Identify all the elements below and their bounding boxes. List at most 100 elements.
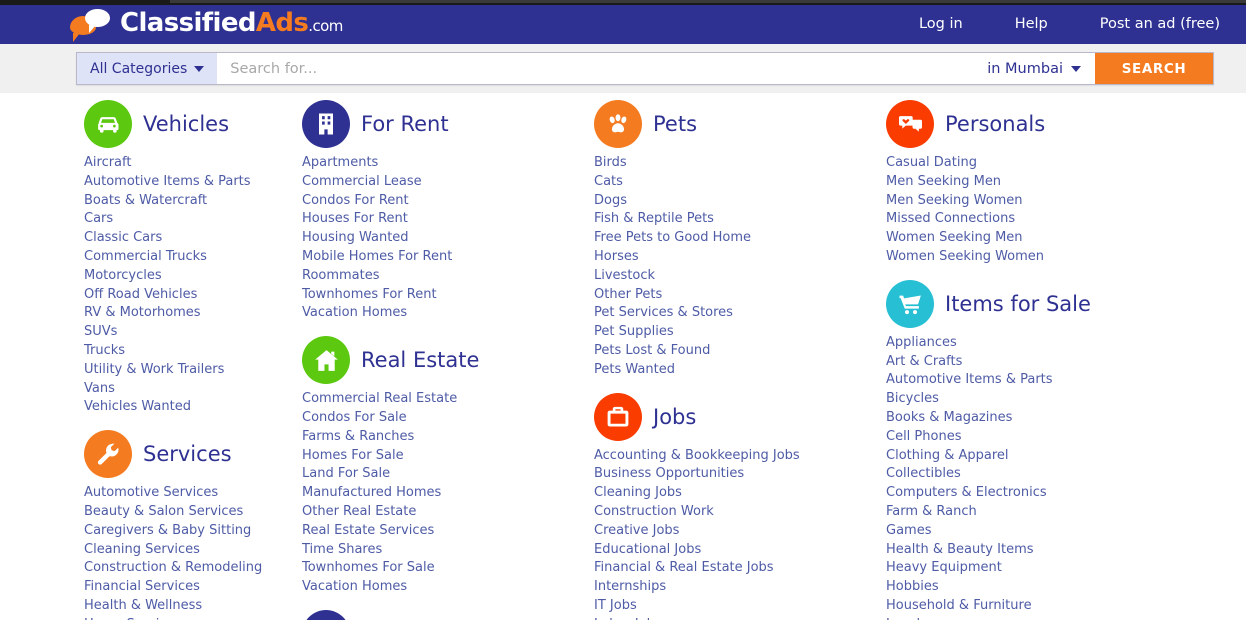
category-link[interactable]: Missed Connections bbox=[886, 211, 1015, 228]
category-link[interactable]: Time Shares bbox=[302, 542, 382, 559]
category-link[interactable]: Farms & Ranches bbox=[302, 429, 414, 446]
category-link[interactable]: Pet Services & Stores bbox=[594, 305, 733, 322]
search-button[interactable]: SEARCH bbox=[1095, 53, 1213, 84]
category-link[interactable]: Games bbox=[886, 523, 931, 540]
category-link[interactable]: Books & Magazines bbox=[886, 410, 1012, 427]
category-link[interactable]: Houses For Rent bbox=[302, 211, 408, 228]
category-link[interactable]: Pet Supplies bbox=[594, 324, 674, 341]
category-link[interactable]: Utility & Work Trailers bbox=[84, 362, 224, 379]
site-logo[interactable]: ClassifiedAds.com bbox=[70, 8, 343, 42]
category-link[interactable]: Other Real Estate bbox=[302, 504, 416, 521]
category-link[interactable]: Internships bbox=[594, 579, 666, 596]
category-header-services[interactable]: Services bbox=[84, 428, 292, 480]
category-link[interactable]: Hobbies bbox=[886, 579, 939, 596]
category-link[interactable]: Farm & Ranch bbox=[886, 504, 977, 521]
category-link[interactable]: Classic Cars bbox=[84, 230, 162, 247]
category-link[interactable]: Motorcycles bbox=[84, 268, 162, 285]
search-input[interactable] bbox=[217, 53, 974, 84]
log-in-link[interactable]: Log in bbox=[893, 5, 989, 44]
category-link[interactable]: Land For Sale bbox=[302, 466, 390, 483]
category-link[interactable]: Heavy Equipment bbox=[886, 560, 1002, 577]
category-link[interactable]: Apartments bbox=[302, 155, 378, 172]
category-link[interactable]: Art & Crafts bbox=[886, 354, 962, 371]
category-link[interactable]: Trucks bbox=[84, 343, 125, 360]
category-link[interactable]: Health & Wellness bbox=[84, 598, 202, 615]
category-dropdown[interactable]: All Categories bbox=[77, 53, 218, 84]
category-link[interactable]: Men Seeking Women bbox=[886, 193, 1023, 210]
category-link[interactable]: Women Seeking Men bbox=[886, 230, 1023, 247]
category-link[interactable]: Mobile Homes For Rent bbox=[302, 249, 452, 266]
category-link[interactable]: Cars bbox=[84, 211, 113, 228]
category-header-items-for-sale[interactable]: Items for Sale bbox=[886, 278, 1168, 330]
category-link[interactable]: Construction Work bbox=[594, 504, 714, 521]
category-link[interactable]: Appliances bbox=[886, 335, 957, 352]
category-link[interactable]: Collectibles bbox=[886, 466, 961, 483]
category-link[interactable]: Cell Phones bbox=[886, 429, 961, 446]
category-link[interactable]: IT Jobs bbox=[594, 598, 637, 615]
category-link[interactable]: Birds bbox=[594, 155, 627, 172]
category-link[interactable]: Caregivers & Baby Sitting bbox=[84, 523, 251, 540]
category-link[interactable]: Commercial Trucks bbox=[84, 249, 207, 266]
category-header-for-rent[interactable]: For Rent bbox=[302, 98, 584, 150]
category-link[interactable]: Beauty & Salon Services bbox=[84, 504, 243, 521]
category-link[interactable]: RV & Motorhomes bbox=[84, 305, 201, 322]
category-link[interactable]: Business Opportunities bbox=[594, 466, 744, 483]
category-link[interactable]: Commercial Real Estate bbox=[302, 391, 457, 408]
category-link[interactable]: Women Seeking Women bbox=[886, 249, 1044, 266]
category-link[interactable]: Financial Services bbox=[84, 579, 200, 596]
category-link[interactable]: Pets Lost & Found bbox=[594, 343, 710, 360]
category-link[interactable]: Housing Wanted bbox=[302, 230, 409, 247]
category-header-real-estate[interactable]: Real Estate bbox=[302, 334, 584, 386]
category-header-pets[interactable]: Pets bbox=[594, 98, 876, 150]
category-link[interactable]: Bicycles bbox=[886, 391, 939, 408]
category-link[interactable]: SUVs bbox=[84, 324, 117, 341]
category-link[interactable]: Roommates bbox=[302, 268, 380, 285]
category-header-community[interactable]: Community bbox=[302, 608, 584, 620]
category-link[interactable]: Educational Jobs bbox=[594, 542, 701, 559]
category-link[interactable]: Manufactured Homes bbox=[302, 485, 441, 502]
category-link[interactable]: Dogs bbox=[594, 193, 627, 210]
category-link[interactable]: Other Pets bbox=[594, 287, 662, 304]
category-link[interactable]: Cats bbox=[594, 174, 623, 191]
help-link[interactable]: Help bbox=[989, 5, 1074, 44]
category-link[interactable]: Livestock bbox=[594, 268, 655, 285]
category-link[interactable]: Boats & Watercraft bbox=[84, 193, 207, 210]
category-link[interactable]: Clothing & Apparel bbox=[886, 448, 1009, 465]
category-link[interactable]: Cleaning Jobs bbox=[594, 485, 682, 502]
category-link[interactable]: Vacation Homes bbox=[302, 305, 407, 322]
category-link[interactable]: Real Estate Services bbox=[302, 523, 434, 540]
category-link[interactable]: Free Pets to Good Home bbox=[594, 230, 751, 247]
category-link[interactable]: Accounting & Bookkeeping Jobs bbox=[594, 448, 800, 465]
category-link[interactable]: Pets Wanted bbox=[594, 362, 675, 379]
category-link[interactable]: Men Seeking Men bbox=[886, 174, 1001, 191]
category-link[interactable]: Automotive Items & Parts bbox=[84, 174, 251, 191]
category-link[interactable]: Horses bbox=[594, 249, 639, 266]
category-link[interactable]: Construction & Remodeling bbox=[84, 560, 262, 577]
category-link[interactable]: Off Road Vehicles bbox=[84, 287, 197, 304]
category-link[interactable]: Vans bbox=[84, 381, 115, 398]
category-link[interactable]: Vehicles Wanted bbox=[84, 399, 191, 416]
category-link[interactable]: Creative Jobs bbox=[594, 523, 679, 540]
category-header-vehicles[interactable]: Vehicles bbox=[84, 98, 292, 150]
category-link[interactable]: Condos For Sale bbox=[302, 410, 407, 427]
category-link[interactable]: Household & Furniture bbox=[886, 598, 1032, 615]
category-link[interactable]: Health & Beauty Items bbox=[886, 542, 1034, 559]
category-link[interactable]: Automotive Items & Parts bbox=[886, 372, 1053, 389]
category-link[interactable]: Cleaning Services bbox=[84, 542, 200, 559]
category-link[interactable]: Aircraft bbox=[84, 155, 131, 172]
category-link[interactable]: Homes For Sale bbox=[302, 448, 404, 465]
category-link[interactable]: Fish & Reptile Pets bbox=[594, 211, 714, 228]
category-link[interactable]: Vacation Homes bbox=[302, 579, 407, 596]
category-link[interactable]: Computers & Electronics bbox=[886, 485, 1047, 502]
post-ad-link[interactable]: Post an ad (free) bbox=[1074, 5, 1246, 44]
category-link[interactable]: Townhomes For Sale bbox=[302, 560, 435, 577]
location-dropdown[interactable]: in Mumbai bbox=[973, 53, 1095, 84]
category-link[interactable]: Commercial Lease bbox=[302, 174, 422, 191]
category-link[interactable]: Financial & Real Estate Jobs bbox=[594, 560, 774, 577]
category-link[interactable]: Casual Dating bbox=[886, 155, 977, 172]
category-link[interactable]: Automotive Services bbox=[84, 485, 218, 502]
category-header-personals[interactable]: Personals bbox=[886, 98, 1168, 150]
category-header-jobs[interactable]: Jobs bbox=[594, 391, 876, 443]
category-link[interactable]: Townhomes For Rent bbox=[302, 287, 437, 304]
category-link[interactable]: Condos For Rent bbox=[302, 193, 409, 210]
